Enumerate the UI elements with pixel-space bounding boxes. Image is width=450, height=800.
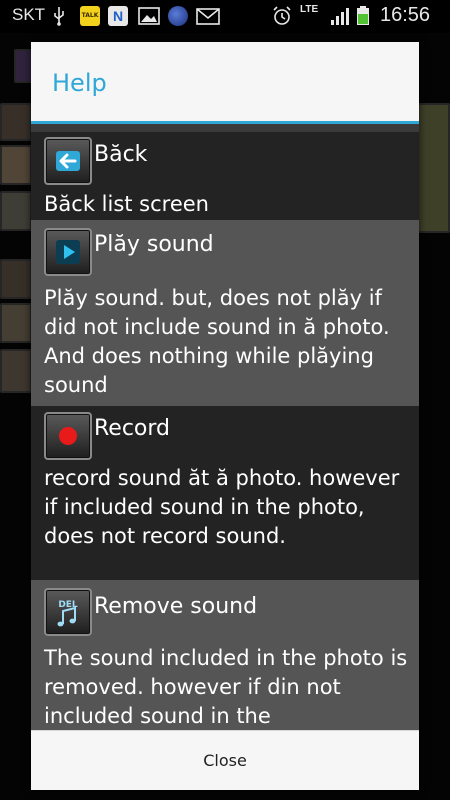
status-bar: SKT TALK N LTE 16:56 (0, 0, 450, 33)
dialog-title: Help (52, 69, 107, 97)
back-button-icon (44, 137, 92, 185)
network-type-label: LTE (300, 4, 319, 15)
help-item-description: record sound ăt ă photo. however if incl… (44, 466, 400, 548)
play-button-icon (44, 228, 92, 276)
alarm-icon (273, 6, 291, 25)
help-item-title: Plăy sound (94, 232, 214, 257)
help-item-title: Remove sound (94, 594, 258, 619)
help-item-remove-sound: DEL Remove sound The sound included in t… (31, 580, 419, 730)
help-item-description: The sound included in the photo is remov… (44, 646, 408, 728)
usb-icon (54, 7, 64, 26)
help-dialog: Help Băck Băck list screen Plăy sound Pl… (31, 42, 419, 790)
dialog-footer: Close (31, 730, 419, 790)
clock: 16:56 (380, 4, 431, 26)
help-item-back: Băck Băck list screen (31, 132, 419, 220)
carrier-label: SKT (12, 5, 46, 24)
help-item-title: Record (94, 416, 171, 441)
signal-icon (331, 8, 349, 25)
n-app-icon: N (108, 6, 128, 26)
remove-sound-button-icon: DEL (44, 588, 92, 636)
help-item-title: Băck (94, 142, 148, 167)
dialog-header: Help (31, 42, 419, 121)
mail-icon (196, 8, 220, 25)
record-button-icon (44, 412, 92, 460)
gallery-icon (138, 7, 160, 25)
play-icon (56, 240, 80, 264)
back-arrow-icon (56, 151, 80, 171)
help-content[interactable]: Băck Băck list screen Plăy sound Plăy so… (31, 124, 419, 730)
kakaotalk-icon: TALK (80, 6, 100, 26)
help-item-description: Plăy sound. but, does not plăy if did no… (44, 286, 390, 397)
help-item-description: Băck list screen (44, 192, 209, 216)
battery-icon (357, 6, 369, 25)
help-item-record: Record record sound ăt ă photo. however … (31, 406, 419, 580)
globe-icon (168, 6, 188, 26)
record-icon (59, 427, 77, 445)
help-item-play-sound: Plăy sound Plăy sound. but, does not plă… (31, 220, 419, 406)
close-button[interactable]: Close (31, 731, 419, 791)
delete-sound-icon: DEL (57, 600, 78, 627)
